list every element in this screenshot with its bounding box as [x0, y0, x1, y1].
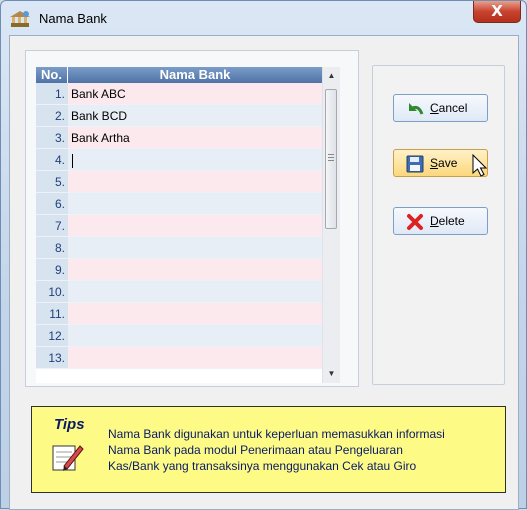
row-number: 9.	[36, 259, 68, 281]
grid-header: No. Nama Bank	[36, 67, 322, 83]
bank-name-text: Bank BCD	[71, 109, 128, 123]
row-number: 12.	[36, 325, 68, 347]
row-number: 4.	[36, 149, 68, 171]
bank-name-cell[interactable]	[68, 281, 322, 303]
bank-name-cell[interactable]	[68, 259, 322, 281]
undo-arrow-icon	[409, 103, 424, 115]
vertical-scrollbar[interactable]: ▲ ▼	[322, 67, 340, 383]
row-number: 6.	[36, 193, 68, 215]
row-number: 3.	[36, 127, 68, 149]
column-header-no[interactable]: No.	[36, 67, 68, 83]
bank-name-cell[interactable]	[68, 347, 322, 369]
row-number: 2.	[36, 105, 68, 127]
row-number: 5.	[36, 171, 68, 193]
tips-title: Tips	[54, 416, 85, 433]
tips-box: Tips Nama Bank digunakan untuk keperluan…	[31, 406, 506, 493]
tips-line: Nama Bank pada modul Penerimaan atau Pen…	[108, 443, 403, 457]
bank-name-cell[interactable]	[68, 325, 322, 347]
floppy-disk-icon	[406, 155, 424, 173]
delete-label: elete	[438, 214, 465, 228]
table-row[interactable]: 8.	[36, 237, 322, 259]
bank-name-cell[interactable]	[68, 215, 322, 237]
close-button[interactable]: X	[473, 1, 521, 23]
grip-icon	[328, 154, 334, 161]
tips-line: Nama Bank digunakan untuk keperluan mema…	[108, 427, 445, 441]
cancel-label: ancel	[438, 101, 468, 115]
table-row[interactable]: 10.	[36, 281, 322, 303]
row-number: 8.	[36, 237, 68, 259]
table-row[interactable]: 12.	[36, 325, 322, 347]
bank-name-cell[interactable]: Bank Artha	[68, 127, 322, 149]
bank-name-cell[interactable]	[68, 171, 322, 193]
delete-mnemonic: D	[430, 214, 439, 228]
notepad-pencil-icon	[52, 445, 84, 471]
mouse-pointer-icon	[472, 154, 488, 177]
delete-button[interactable]: Delete	[393, 207, 488, 235]
column-header-name[interactable]: Nama Bank	[68, 67, 322, 83]
tips-line: Kas/Bank yang transaksinya menggunakan C…	[108, 459, 417, 473]
window-title: Nama Bank	[39, 11, 107, 26]
bank-name-cell[interactable]: Bank ABC	[68, 83, 322, 105]
table-row[interactable]: 3. Bank Artha	[36, 127, 322, 149]
dialog-window: Nama Bank X No. Nama Bank 1. Bank ABC 2. Ba…	[0, 0, 527, 510]
table-row[interactable]: 9.	[36, 259, 322, 281]
bank-name-cell[interactable]	[68, 149, 322, 171]
cancel-mnemonic: C	[430, 101, 439, 115]
row-number: 7.	[36, 215, 68, 237]
table-row[interactable]: 2. Bank BCD	[36, 105, 322, 127]
bank-grid[interactable]: No. Nama Bank 1. Bank ABC 2. Bank BCD 3. Bank…	[36, 67, 322, 383]
bank-building-icon	[10, 11, 30, 27]
text-caret	[72, 153, 73, 168]
row-number: 10.	[36, 281, 68, 303]
title-bar[interactable]: Nama Bank X	[1, 1, 526, 35]
table-row[interactable]: 13.	[36, 347, 322, 369]
row-number: 11.	[36, 303, 68, 325]
scroll-up-icon[interactable]: ▲	[323, 67, 340, 85]
bank-name-cell[interactable]	[68, 193, 322, 215]
bank-name-text: Bank ABC	[71, 87, 126, 101]
table-row[interactable]: 1. Bank ABC	[36, 83, 322, 105]
scroll-thumb[interactable]	[325, 89, 337, 229]
save-label: ave	[438, 156, 458, 170]
tips-text: Nama Bank digunakan untuk keperluan mema…	[108, 426, 503, 474]
table-row[interactable]: 5.	[36, 171, 322, 193]
scroll-down-icon[interactable]: ▼	[323, 365, 340, 383]
cancel-button[interactable]: Cancel	[393, 94, 488, 122]
table-row[interactable]: 4.	[36, 149, 322, 171]
table-row[interactable]: 7.	[36, 215, 322, 237]
bank-name-text: Bank Artha	[71, 131, 130, 145]
red-x-icon	[407, 214, 423, 230]
row-number: 1.	[36, 83, 68, 105]
save-mnemonic: S	[430, 156, 439, 170]
table-row[interactable]: 11.	[36, 303, 322, 325]
table-row[interactable]: 6.	[36, 193, 322, 215]
bank-name-cell[interactable]	[68, 237, 322, 259]
bank-name-cell[interactable]	[68, 303, 322, 325]
row-number: 13.	[36, 347, 68, 369]
bank-name-cell[interactable]: Bank BCD	[68, 105, 322, 127]
